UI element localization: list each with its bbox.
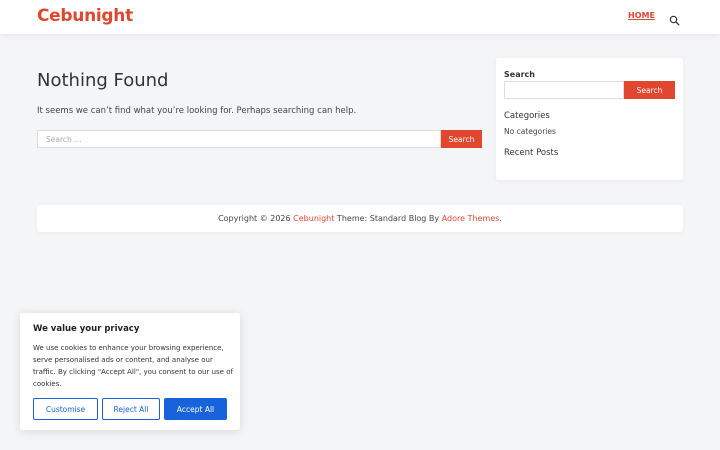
- footer-theme-link[interactable]: Adore Themes: [442, 214, 500, 223]
- footer-suffix: .: [499, 214, 502, 223]
- footer-prefix: Copyright © 2026: [218, 214, 294, 223]
- sidebar-search-input[interactable]: [504, 81, 624, 99]
- main-search-button[interactable]: Search: [441, 130, 482, 148]
- site-footer: Copyright © 2026 Cebunight Theme: Standa…: [37, 205, 683, 232]
- footer-middle: Theme: Standard Blog By: [334, 214, 442, 223]
- sidebar-search-button[interactable]: Search: [624, 81, 675, 99]
- search-icon[interactable]: [669, 11, 680, 26]
- page-title: Nothing Found: [37, 70, 169, 91]
- cookie-title: We value your privacy: [33, 324, 140, 334]
- footer-copyright: Copyright © 2026 Cebunight Theme: Standa…: [218, 214, 502, 223]
- cookie-text: We use cookies to enhance your browsing …: [33, 344, 233, 388]
- recent-posts-title: Recent Posts: [504, 148, 559, 158]
- site-logo[interactable]: Cebunight: [37, 6, 133, 26]
- reject-all-button[interactable]: Reject All: [102, 398, 160, 420]
- footer-site-link[interactable]: Cebunight: [293, 214, 334, 223]
- cookie-banner: We value your privacy We use cookies to …: [20, 313, 240, 430]
- site-header: Cebunight HOME: [0, 0, 720, 34]
- sidebar: Search Search Categories No categories R…: [496, 58, 683, 180]
- not-found-message: It seems we can’t find what you’re looki…: [37, 106, 357, 116]
- accept-all-button[interactable]: Accept All: [164, 398, 227, 420]
- categories-empty: No categories: [504, 127, 556, 136]
- customise-button[interactable]: Customise: [33, 398, 98, 420]
- main-search-input[interactable]: [37, 130, 441, 148]
- sidebar-search-label: Search: [504, 70, 535, 79]
- nav-item-home[interactable]: HOME: [628, 11, 655, 20]
- categories-title: Categories: [504, 111, 550, 121]
